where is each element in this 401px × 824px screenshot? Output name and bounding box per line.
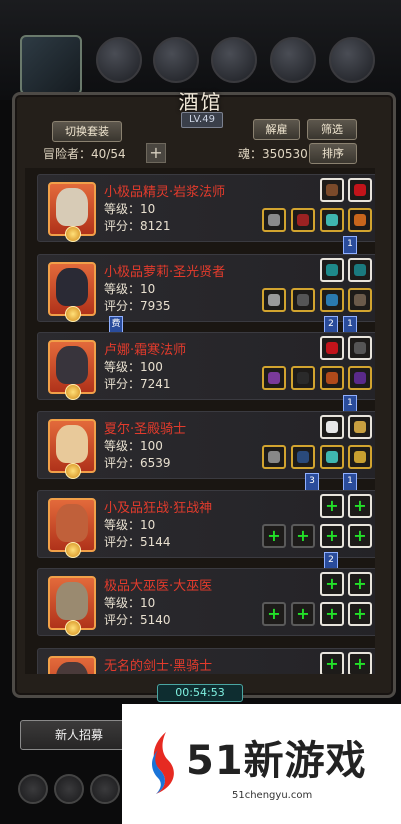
equip-slot-3[interactable]	[262, 288, 286, 312]
rank-flag: 1	[343, 236, 357, 254]
equip-slot-1[interactable]	[320, 415, 344, 439]
hero-level: 等级：100	[104, 360, 163, 374]
hero-name: 小极品萝莉·圣光贤者	[104, 265, 226, 280]
equip-slot-6[interactable]	[348, 288, 372, 312]
hero-portrait	[48, 262, 96, 322]
equip-slot-5[interactable]: +	[320, 602, 344, 626]
hero-name: 无名的剑士·黑骑士	[104, 659, 213, 674]
level-badge: LV.49	[181, 112, 223, 128]
countdown-timer: 00:54:53	[157, 684, 243, 702]
hero-score: 评分：6539	[104, 456, 171, 470]
switch-set-button[interactable]: 切换套装	[52, 121, 122, 142]
equip-slot-3[interactable]	[262, 445, 286, 469]
equip-slot-1[interactable]: +	[320, 572, 344, 596]
equip-slot-5[interactable]: +	[320, 524, 344, 548]
equip-slot-5[interactable]	[320, 288, 344, 312]
bottom-nav-icon-1[interactable]	[18, 774, 48, 804]
hero-score: 评分：5140	[104, 613, 171, 627]
weapon-tab-icon[interactable]	[270, 37, 316, 83]
hero-card[interactable]: 小极品萝莉·圣光贤者 等级：10 评分：7935	[37, 254, 375, 322]
equip-slot-2[interactable]: +	[348, 572, 372, 596]
hero-portrait	[48, 419, 96, 479]
gem-tab-icon[interactable]	[329, 37, 375, 83]
hero-card[interactable]: 极品大巫医·大巫医 等级：10 评分：5140 + + + + + +	[37, 568, 375, 636]
hero-name: 夏尔·圣殿骑士	[104, 422, 187, 437]
equip-slot-1[interactable]	[320, 336, 344, 360]
hero-portrait	[48, 576, 96, 636]
hero-list[interactable]: 小极品精灵·岩浆法师 等级：10 评分：8121 1 小极品萝莉·圣光贤者 等级…	[25, 168, 375, 674]
rank-flag: 1	[343, 473, 357, 491]
equip-slot-4[interactable]	[291, 208, 315, 232]
adventurer-count: 冒险者：40/54	[43, 147, 126, 161]
add-slot-button[interactable]: +	[146, 143, 166, 163]
shield-tab-icon[interactable]	[96, 37, 142, 83]
equip-slot-4[interactable]: +	[291, 602, 315, 626]
equip-slot-4[interactable]: +	[291, 524, 315, 548]
equip-slot-1[interactable]	[320, 258, 344, 282]
hero-score: 评分：7241	[104, 377, 171, 391]
hero-card[interactable]: 卢娜·霜寒法师 等级：100 评分：7241	[37, 332, 375, 400]
sort-button[interactable]: 排序	[309, 143, 357, 164]
filter-button[interactable]: 筛选	[307, 119, 357, 140]
equip-slot-6[interactable]: +	[348, 602, 372, 626]
hero-card[interactable]: 小及品狂战·狂战神 等级：10 评分：5144 + + + + + +	[37, 490, 375, 558]
bottom-nav-icon-2[interactable]	[54, 774, 84, 804]
watermark-brand: 51新游戏	[186, 738, 367, 784]
armor-tab-icon[interactable]	[153, 37, 199, 83]
hero-portrait	[48, 182, 96, 242]
hero-card[interactable]: 小极品精灵·岩浆法师 等级：10 评分：8121	[37, 174, 375, 242]
equip-slot-5[interactable]	[320, 208, 344, 232]
equip-slot-6[interactable]	[348, 445, 372, 469]
page-title: 酒馆	[178, 90, 223, 114]
equip-slot-5[interactable]	[320, 366, 344, 390]
equip-slot-5[interactable]	[320, 445, 344, 469]
hero-level: 等级：10	[104, 202, 156, 216]
equip-slot-6[interactable]: +	[348, 524, 372, 548]
hero-name: 小及品狂战·狂战神	[104, 501, 213, 516]
recruit-button[interactable]: 新人招募	[20, 720, 138, 750]
hero-card[interactable]: 无名的剑士·黑骑士 + +	[37, 648, 375, 674]
equip-slot-1[interactable]: +	[320, 652, 344, 674]
equip-slot-2[interactable]	[348, 415, 372, 439]
watermark: 51新游戏 51chengyu.com	[122, 704, 401, 824]
hero-name: 极品大巫医·大巫医	[104, 579, 213, 594]
equip-slot-6[interactable]	[348, 208, 372, 232]
hero-name: 卢娜·霜寒法师	[104, 343, 187, 358]
rank-flag: 3	[305, 473, 319, 491]
equip-slot-2[interactable]	[348, 178, 372, 202]
hero-score: 评分：7935	[104, 299, 171, 313]
bottom-nav-icon-3[interactable]	[90, 774, 120, 804]
hero-level: 等级：10	[104, 518, 156, 532]
helmet-tab-icon[interactable]	[211, 37, 257, 83]
equip-slot-2[interactable]: +	[348, 494, 372, 518]
equip-slot-3[interactable]: +	[262, 524, 286, 548]
equip-slot-1[interactable]	[320, 178, 344, 202]
equip-slot-6[interactable]	[348, 366, 372, 390]
hero-level: 等级：10	[104, 596, 156, 610]
hero-portrait	[48, 340, 96, 400]
brand-logo-icon	[152, 732, 174, 794]
equip-slot-2[interactable]: +	[348, 652, 372, 674]
equip-slot-4[interactable]	[291, 366, 315, 390]
equip-slot-1[interactable]: +	[320, 494, 344, 518]
hero-score: 评分：5144	[104, 535, 171, 549]
dismiss-button[interactable]: 解雇	[253, 119, 300, 140]
hero-portrait	[48, 498, 96, 558]
hero-score: 评分：8121	[104, 219, 171, 233]
hero-level: 等级：10	[104, 282, 156, 296]
equip-slot-2[interactable]	[348, 258, 372, 282]
equip-slot-3[interactable]: +	[262, 602, 286, 626]
equip-slot-4[interactable]	[291, 288, 315, 312]
hero-level: 等级：100	[104, 439, 163, 453]
hero-name: 小极品精灵·岩浆法师	[104, 185, 226, 200]
equip-slot-3[interactable]	[262, 208, 286, 232]
equip-slot-4[interactable]	[291, 445, 315, 469]
hero-card[interactable]: 夏尔·圣殿骑士 等级：100 评分：6539	[37, 411, 375, 479]
equip-slot-2[interactable]	[348, 336, 372, 360]
watermark-url: 51chengyu.com	[232, 790, 313, 801]
equip-slot-3[interactable]	[262, 366, 286, 390]
hero-portrait	[48, 656, 96, 674]
soul-count: 魂：350530	[238, 147, 308, 161]
